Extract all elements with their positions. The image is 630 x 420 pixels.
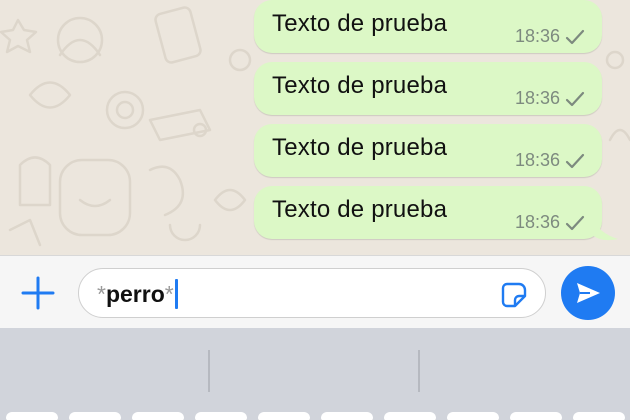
- sticker-icon[interactable]: [499, 280, 529, 310]
- text-caret: [174, 279, 178, 309]
- keyboard: [0, 328, 630, 420]
- message-text: Texto de prueba: [272, 134, 448, 161]
- message-text: Texto de prueba: [272, 196, 448, 223]
- single-check-icon: [565, 215, 585, 230]
- single-check-icon: [565, 91, 585, 106]
- keyboard-key[interactable]: [510, 412, 562, 420]
- keyboard-key[interactable]: [6, 412, 58, 420]
- message-bubble[interactable]: Texto de prueba 18:36: [254, 62, 602, 115]
- bubble-tail: [590, 215, 618, 241]
- message-input-text: * perro *: [97, 279, 178, 309]
- send-icon: [577, 283, 600, 303]
- chat-area[interactable]: Texto de prueba 18:36 Texto de prueba 18…: [0, 0, 630, 255]
- plus-icon[interactable]: [18, 273, 58, 313]
- message-bubble[interactable]: Texto de prueba 18:36: [254, 0, 602, 53]
- message-time: 18:36: [514, 88, 560, 108]
- single-check-icon: [565, 29, 585, 44]
- keyboard-key[interactable]: [69, 412, 121, 420]
- keyboard-key[interactable]: [384, 412, 436, 420]
- keyboard-key[interactable]: [321, 412, 373, 420]
- message-time: 18:36: [514, 212, 560, 232]
- keyboard-key[interactable]: [573, 412, 625, 420]
- single-check-icon: [565, 153, 585, 168]
- asterisk-close: *: [164, 280, 174, 307]
- message-bubble[interactable]: Texto de prueba 18:36: [254, 124, 602, 177]
- keyboard-key[interactable]: [132, 412, 184, 420]
- message-text: Texto de prueba: [272, 72, 448, 99]
- message-time: 18:36: [514, 150, 560, 170]
- suggestion-divider: [208, 350, 210, 392]
- keyboard-key[interactable]: [447, 412, 499, 420]
- message-text: Texto de prueba: [272, 10, 448, 37]
- bold-word: perro: [105, 280, 165, 307]
- message-time: 18:36: [514, 26, 560, 46]
- suggestion-divider: [418, 350, 420, 392]
- message-bubble[interactable]: Texto de prueba 18:36: [254, 186, 602, 239]
- message-composer: * perro *: [0, 255, 630, 328]
- keyboard-key[interactable]: [258, 412, 310, 420]
- asterisk-open: *: [97, 280, 106, 307]
- send-button[interactable]: [561, 266, 615, 320]
- keyboard-key[interactable]: [195, 412, 247, 420]
- message-input[interactable]: * perro *: [78, 268, 546, 318]
